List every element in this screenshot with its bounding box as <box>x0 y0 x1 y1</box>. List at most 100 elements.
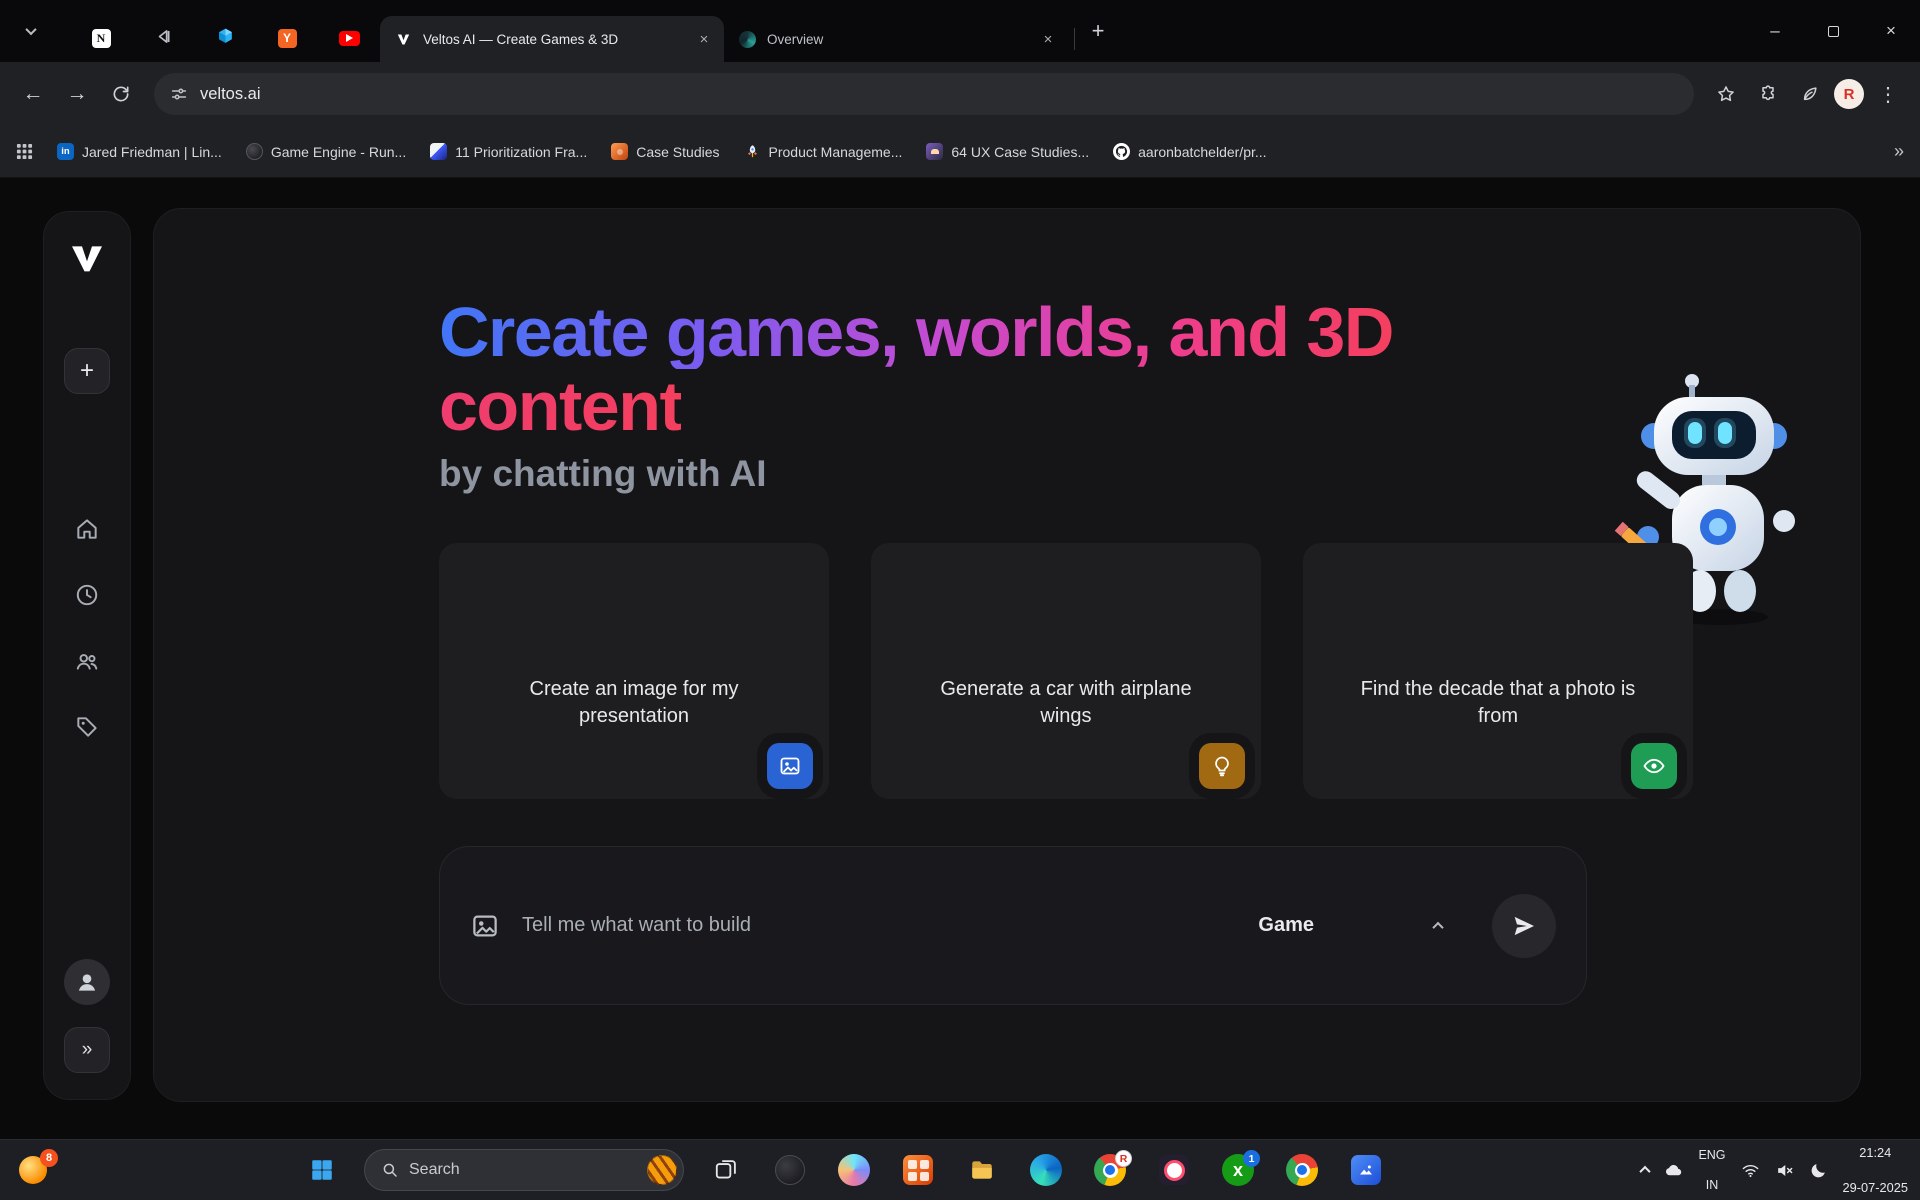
speaker-muted-icon <box>1775 1161 1794 1180</box>
puzzle-icon <box>1758 84 1778 104</box>
profile-avatar[interactable]: R <box>1834 79 1864 109</box>
taskbar-chrome[interactable]: R <box>1088 1148 1132 1192</box>
address-bar[interactable]: veltos.ai <box>154 73 1694 115</box>
attach-image-icon[interactable] <box>470 911 500 941</box>
new-chat-button[interactable]: + <box>64 348 110 394</box>
extensions-button[interactable] <box>1750 76 1786 112</box>
bookmark-case-studies[interactable]: Case Studies <box>611 143 719 160</box>
bookmark-ux-case-studies[interactable]: 64 UX Case Studies... <box>926 143 1089 160</box>
bookmark-game-engine[interactable]: Game Engine - Run... <box>246 143 406 160</box>
maximize-icon <box>1828 26 1839 37</box>
browser-menu-button[interactable]: ⋮ <box>1870 76 1906 112</box>
photos-icon <box>1351 1155 1381 1185</box>
leaf-icon <box>1800 84 1820 104</box>
bookmark-github[interactable]: aaronbatchelder/pr... <box>1113 143 1266 160</box>
send-button[interactable] <box>1492 894 1556 958</box>
wifi-button[interactable] <box>1741 1161 1760 1180</box>
sidebar-expand-button[interactable]: » <box>64 1027 110 1073</box>
hero-title-line1: Create games, worlds, and 3D <box>439 295 1393 369</box>
maximize-button[interactable] <box>1804 0 1862 62</box>
bookmark-label: 64 UX Case Studies... <box>951 144 1089 160</box>
community-icon[interactable] <box>72 646 102 676</box>
bookmarks-overflow-button[interactable]: » <box>1894 141 1904 162</box>
taskbar-xbox[interactable]: x 1 <box>1216 1148 1260 1192</box>
notion-icon: N <box>92 29 111 48</box>
page-background: + » Create games, worlds, and 3D content… <box>0 178 1920 1139</box>
case-studies-icon <box>611 143 628 160</box>
bookmark-prioritization[interactable]: 11 Prioritization Fra... <box>430 143 587 160</box>
apps-grid-icon[interactable] <box>16 143 33 160</box>
suggestion-card-generate[interactable]: Generate a car with airplane wings <box>871 543 1261 799</box>
home-icon[interactable] <box>72 514 102 544</box>
bookmark-linkedin[interactable]: inJared Friedman | Lin... <box>57 143 222 160</box>
taskbar-app-purple[interactable] <box>1152 1148 1196 1192</box>
linkedin-icon: in <box>57 143 74 160</box>
notification-badge: 8 <box>40 1149 58 1167</box>
onedrive-button[interactable] <box>1664 1161 1683 1180</box>
taskbar-chrome-2[interactable] <box>1280 1148 1324 1192</box>
chevron-down-icon <box>25 24 36 35</box>
volume-muted-button[interactable] <box>1775 1161 1794 1180</box>
bookmark-product-management[interactable]: Product Manageme... <box>744 143 903 160</box>
search-icon <box>381 1161 399 1179</box>
dark-app-icon <box>775 1155 805 1185</box>
close-tab-icon[interactable]: × <box>1038 29 1058 49</box>
pinned-tab-youtube[interactable] <box>318 14 380 62</box>
reload-button[interactable] <box>102 75 140 113</box>
suggestion-card-image[interactable]: Create an image for my presentation <box>439 543 829 799</box>
taskbar-file-explorer[interactable] <box>960 1148 1004 1192</box>
task-view-icon <box>713 1157 739 1183</box>
taskbar-edge[interactable] <box>1024 1148 1068 1192</box>
url-text: veltos.ai <box>200 85 261 104</box>
hacker-news-icon: Y <box>278 29 297 48</box>
tab-search-button[interactable] <box>16 16 46 46</box>
tab-title: Overview <box>767 32 1028 47</box>
search-highlight-image[interactable] <box>647 1155 677 1185</box>
engine-icon <box>246 143 263 160</box>
search-input[interactable] <box>409 1161 637 1179</box>
back-button[interactable]: ← <box>14 75 52 113</box>
prompt-bar[interactable]: Game <box>439 846 1587 1005</box>
tab-separator <box>1074 28 1075 50</box>
site-settings-icon[interactable] <box>170 85 188 103</box>
main-panel: Create games, worlds, and 3D content by … <box>153 208 1861 1102</box>
pinned-tab-media[interactable] <box>132 14 194 62</box>
task-view-button[interactable] <box>704 1148 748 1192</box>
user-avatar[interactable] <box>64 959 110 1005</box>
forward-button[interactable]: → <box>58 75 96 113</box>
tab-veltos[interactable]: Veltos AI — Create Games & 3D × <box>380 16 724 62</box>
minimize-button[interactable]: – <box>1746 0 1804 62</box>
taskbar-m365[interactable] <box>896 1148 940 1192</box>
suggestion-card-decade[interactable]: Find the decade that a photo is from <box>1303 543 1693 799</box>
folder-icon <box>969 1157 995 1183</box>
tray-expand-button[interactable] <box>1641 1166 1649 1174</box>
taskbar-copilot[interactable] <box>832 1148 876 1192</box>
pinned-tab-notion[interactable]: N <box>70 14 132 62</box>
tab-overview[interactable]: Overview × <box>724 16 1068 62</box>
bookmark-star-button[interactable] <box>1708 76 1744 112</box>
pinned-tabs: N Y <box>70 14 380 62</box>
performance-button[interactable] <box>1792 76 1828 112</box>
new-tab-button[interactable]: + <box>1081 14 1115 48</box>
pinned-tab-hackernews[interactable]: Y <box>256 14 318 62</box>
mode-selector[interactable]: Game <box>1258 914 1442 937</box>
close-window-button[interactable]: × <box>1862 0 1920 62</box>
language-indicator[interactable]: ENG IN <box>1698 1148 1725 1193</box>
night-mode-button[interactable] <box>1809 1161 1828 1180</box>
start-button[interactable] <box>300 1148 344 1192</box>
clock-widget[interactable]: 21:24 29-07-2025 <box>1843 1144 1908 1196</box>
rocket-icon <box>744 143 761 160</box>
prompt-input[interactable] <box>522 914 1258 937</box>
taskbar-app-dark[interactable] <box>768 1148 812 1192</box>
weather-widget[interactable]: 8 <box>16 1153 50 1187</box>
taskbar-photos[interactable] <box>1344 1148 1388 1192</box>
close-tab-icon[interactable]: × <box>694 29 714 49</box>
taskbar-search[interactable] <box>364 1149 684 1191</box>
window-controls: – × <box>1746 0 1920 62</box>
pinned-tab-engine[interactable] <box>194 14 256 62</box>
screen: N Y Veltos AI — Create Games & 3D × Over… <box>0 0 1920 1200</box>
person-icon <box>74 969 100 995</box>
bookmark-label: aaronbatchelder/pr... <box>1138 144 1266 160</box>
tag-icon[interactable] <box>72 712 102 742</box>
history-icon[interactable] <box>72 580 102 610</box>
